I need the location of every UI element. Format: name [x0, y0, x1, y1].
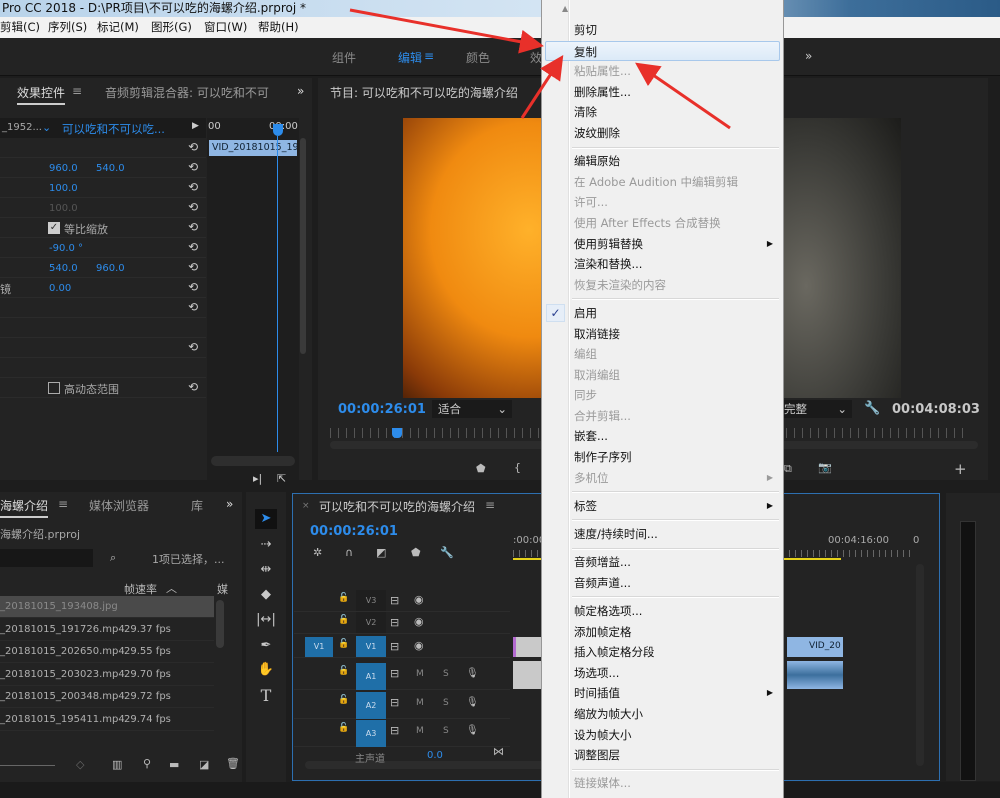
annotation-arrows — [349, 8, 731, 130]
arrow-annotation — [349, 8, 544, 54]
arrow-annotation — [520, 54, 564, 119]
arrow-annotation — [635, 62, 731, 130]
